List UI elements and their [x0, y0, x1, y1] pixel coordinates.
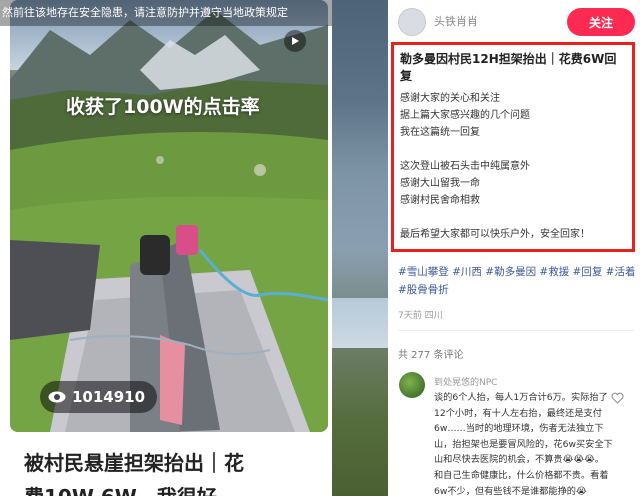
- post-line: 最后希望大家都可以快乐户外，安全回家！: [400, 229, 590, 240]
- post-line: 感谢大家的关心和关注: [400, 93, 500, 104]
- post-line: 据上篇大家感兴趣的几个问题: [400, 110, 530, 121]
- author-avatar[interactable]: [398, 8, 426, 36]
- lake-area: [332, 298, 388, 348]
- post-content-highlight: 勒多曼因村民12H担架抬出｜花费6W回复 感谢大家的关心和关注 据上篇大家感兴趣…: [391, 42, 635, 252]
- comment-line: 6w……当时的地理环境，伤者无法独立下: [434, 423, 604, 435]
- screenshot-composite: 收获了100W的点击率 1014910 然前往该地存在安全隐患，请注意防护并遵守…: [0, 0, 640, 496]
- safety-warning-banner: 然前往该地存在安全隐患，请注意防护并遵守当地政策规定: [0, 0, 332, 26]
- comment-line: 山，抬担架也是要冒风险的，花6w买安全下: [434, 438, 613, 450]
- commenter-name[interactable]: 到处晃悠的NPC: [434, 375, 497, 388]
- view-count-badge: 1014910: [40, 381, 158, 413]
- play-icon[interactable]: [284, 30, 306, 52]
- follow-button[interactable]: 关注: [567, 8, 635, 36]
- comment-line: 山和尽快去医院的机会，不算贵😭😭😭。: [434, 454, 605, 466]
- author-name[interactable]: 头铁肖肖: [434, 13, 478, 29]
- post-line: 感谢大山留我一命: [400, 178, 480, 189]
- view-count: 1014910: [72, 388, 146, 406]
- comment-item: 到处晃悠的NPC 谈的6个人抬，每人1万合计6万。实际抬了 12个小时，有十人左…: [388, 372, 640, 496]
- video-card[interactable]: 收获了100W的点击率 1014910 然前往该地存在安全隐患，请注意防护并遵守…: [0, 0, 332, 496]
- video-title-line-1: 被村民悬崖担架抬出｜花: [24, 451, 244, 475]
- post-detail-panel: 头铁肖肖 关注 勒多曼因村民12H担架抬出｜花费6W回复 感谢大家的关心和关注 …: [388, 0, 640, 496]
- background-image-strip: [332, 0, 388, 496]
- comment-line: 12个小时，有十人左右抬，最终还是支付: [434, 407, 602, 419]
- comment-line: 谈的6个人抬，每人1万合计6万。实际抬了: [434, 392, 608, 403]
- hashtag-list[interactable]: #雪山攀登 #川西 #勒多曼因 #救援 #回复 #活着 #股骨骨折: [398, 263, 636, 299]
- comment-line: 和自己生命健康比，什么价格都不贵。看着: [434, 469, 609, 481]
- overlay-caption: 收获了100W的点击率: [66, 96, 260, 118]
- video-title-line-2: 费10W 6W，我很好: [24, 480, 324, 496]
- commenter-avatar[interactable]: [399, 372, 425, 398]
- landscape-illustration: [10, 10, 328, 432]
- comment-line: 6w不少，但有些钱不是谁都能挣的😭: [434, 485, 587, 496]
- divider: [398, 330, 634, 331]
- eye-icon: [48, 391, 66, 403]
- post-line: 这次登山被石头击中纯属意外: [400, 161, 530, 172]
- video-thumbnail[interactable]: 收获了100W的点击率 1014910: [10, 0, 328, 432]
- author-row: 头铁肖肖 关注: [388, 0, 640, 42]
- post-title: 勒多曼因村民12H担架抬出｜花费6W回复: [400, 52, 617, 83]
- post-meta: 7天前 四川: [398, 311, 443, 321]
- comment-text: 谈的6个人抬，每人1万合计6万。实际抬了 12个小时，有十人左右抬，最终还是支付…: [434, 390, 636, 496]
- comments-count: 共 277 条评论: [398, 350, 464, 361]
- post-line: 我在这篇统一回复: [400, 127, 480, 138]
- video-title[interactable]: 被村民悬崖担架抬出｜花 费10W 6W，我很好: [24, 446, 324, 496]
- post-line: 感谢村民舍命相救: [400, 195, 480, 206]
